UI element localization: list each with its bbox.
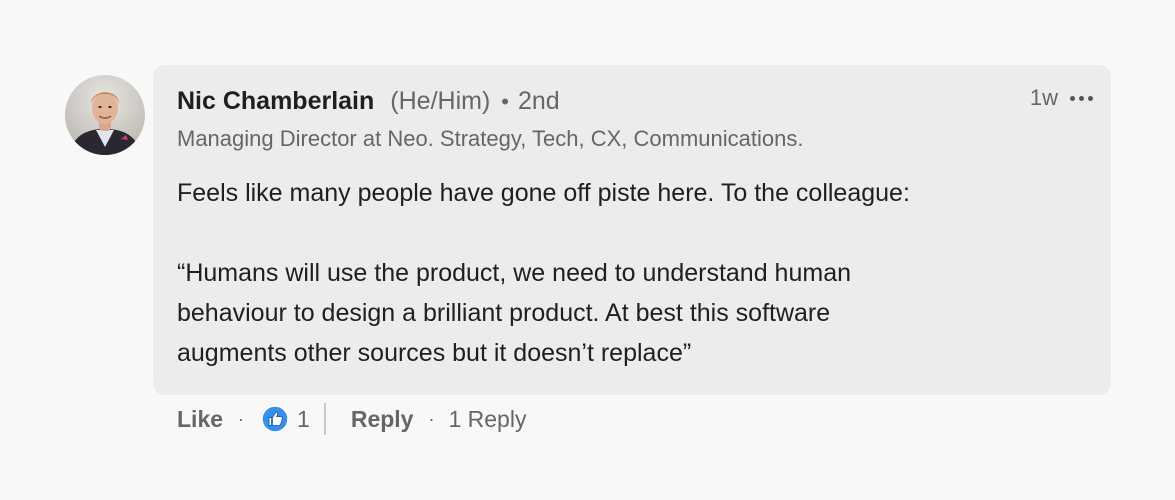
ellipsis-icon[interactable] (1068, 92, 1095, 105)
like-reaction-icon[interactable] (261, 405, 289, 433)
author-pronouns: (He/Him) (390, 87, 491, 115)
author-row: Nic Chamberlain (He/Him) • 2nd (177, 87, 560, 116)
comment-line: Feels like many people have gone off pis… (177, 179, 910, 207)
reply-button[interactable]: Reply (351, 406, 414, 433)
comment-line: augments other sources but it doesn’t re… (177, 339, 692, 367)
reaction-count[interactable]: 1 (297, 406, 310, 433)
avatar[interactable] (65, 75, 145, 155)
author-headline: Managing Director at Neo. Strategy, Tech… (177, 126, 804, 151)
profile-photo-icon (65, 75, 145, 155)
thumbs-up-icon (261, 405, 289, 433)
ellipsis-dot (1070, 95, 1075, 101)
comment-line: behaviour to design a brilliant product.… (177, 299, 831, 327)
comment-text: Feels like many people have gone off pis… (177, 173, 1077, 373)
comment-meta: 1w (1030, 85, 1095, 111)
comment-bubble: Nic Chamberlain (He/Him) • 2nd Managing … (153, 65, 1111, 395)
action-separator: · (238, 408, 245, 429)
connection-degree: 2nd (517, 87, 560, 115)
ellipsis-dot (1088, 95, 1093, 101)
comment-timestamp: 1w (1029, 85, 1058, 110)
like-button[interactable]: Like (177, 406, 223, 433)
author-name[interactable]: Nic Chamberlain (177, 87, 374, 116)
reply-count-link[interactable]: 1 Reply (448, 406, 526, 433)
degree-separator: • (501, 89, 509, 114)
ellipsis-dot (1079, 95, 1084, 101)
action-separator: · (428, 408, 435, 429)
action-divider (323, 403, 326, 435)
comment-actions: Like · 1 Reply · 1 Reply (177, 402, 526, 436)
comment-line: “Humans will use the product, we need to… (177, 259, 851, 287)
